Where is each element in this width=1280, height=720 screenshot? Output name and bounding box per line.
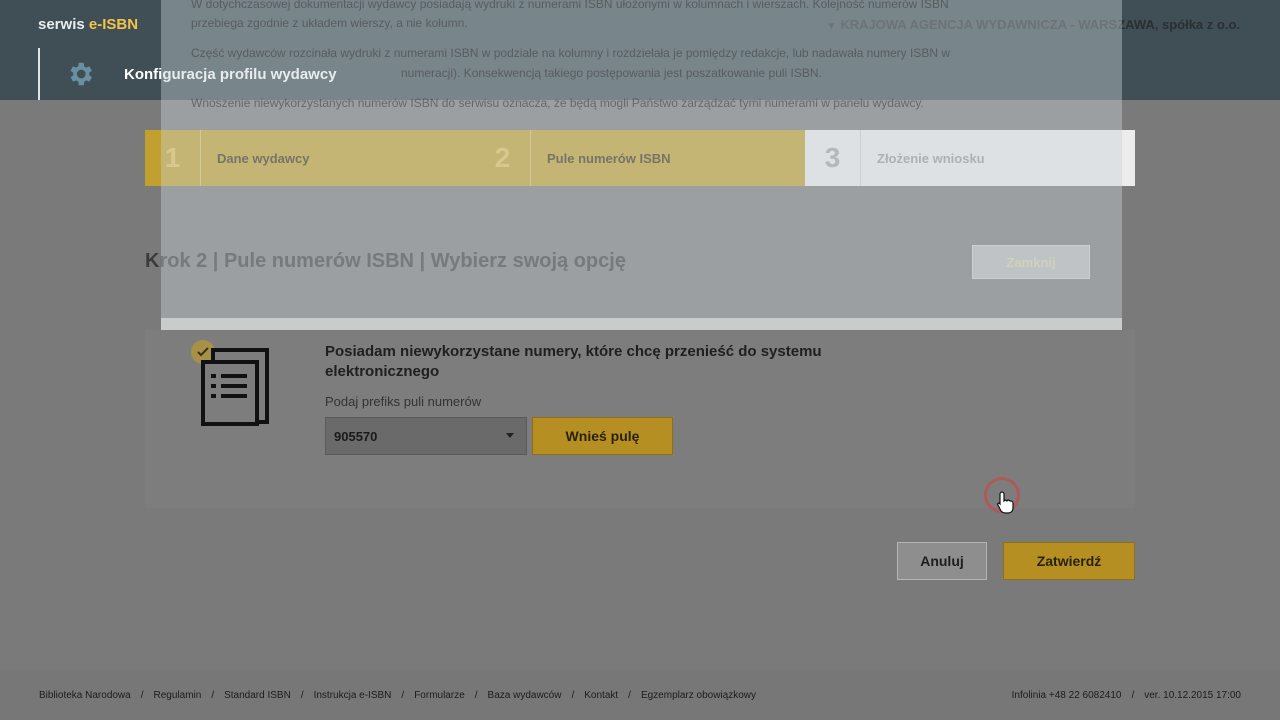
dropdown-arrow-icon — [506, 433, 514, 438]
prefix-label: Podaj prefiks puli numerów — [325, 394, 482, 409]
footer-separator: / — [211, 689, 215, 701]
footer-separator: / — [300, 689, 304, 701]
dialog-text: Wnoszenie niewykorzystanych numerów ISBN… — [191, 96, 924, 110]
dialog-text: przebiega zgodnie z układem wierszy, a n… — [191, 16, 468, 30]
footer-link[interactable]: Formularze — [414, 690, 465, 701]
footer-separator: / — [571, 689, 575, 701]
footer-links: Biblioteka Narodowa / Regulamin / Standard… — [39, 690, 756, 701]
add-pool-button[interactable]: Wnieś pulę — [532, 417, 673, 455]
hand-cursor-icon — [996, 491, 1014, 514]
footer-link[interactable]: Instrukcja e-ISBN — [314, 690, 392, 701]
hotline: Infolinia +48 22 6082410 — [1011, 689, 1122, 701]
gear-icon — [70, 62, 92, 86]
footer-info: Infolinia +48 22 6082410 / ver. 10.12.201… — [1012, 690, 1241, 701]
dialog-text: W dotychczasowej dokumentacji wydawcy po… — [191, 0, 949, 11]
prefix-select[interactable]: 905570 — [325, 417, 527, 455]
cancel-button[interactable]: Anuluj — [897, 542, 987, 580]
prefix-value: 905570 — [334, 428, 378, 444]
footer-link[interactable]: Kontakt — [584, 690, 618, 701]
footer-separator: / — [474, 689, 478, 701]
brand-logo[interactable]: serwis e-ISBN — [38, 16, 138, 33]
submit-button[interactable]: Zatwierdź — [1003, 542, 1135, 580]
footer-link[interactable]: Baza wydawców — [488, 690, 562, 701]
footer: Biblioteka Narodowa / Regulamin / Standard… — [0, 670, 1280, 720]
dialog-text: Część wydawców rozcinała wydruki z numer… — [191, 46, 950, 60]
footer-link[interactable]: Regulamin — [154, 690, 202, 701]
footer-separator: / — [140, 689, 144, 701]
settings-section — [38, 48, 120, 100]
footer-separator: / — [401, 689, 405, 701]
version: ver. 10.12.2015 17:00 — [1144, 689, 1241, 701]
footer-link[interactable]: Biblioteka Narodowa — [39, 690, 131, 701]
footer-link[interactable]: Egzemplarz obowiązkowy — [641, 690, 756, 701]
brand-prefix: serwis — [38, 16, 89, 33]
option-title: Posiadam niewykorzystane numery, które c… — [325, 343, 822, 380]
footer-separator: / — [628, 689, 631, 701]
footer-link[interactable]: Standard ISBN — [224, 690, 291, 701]
brand-highlight: e-ISBN — [88, 16, 139, 33]
dialog-text: numeracji). Konsekwencją takiego postępo… — [401, 66, 822, 80]
footer-separator: / — [1131, 689, 1135, 701]
documents-icon — [201, 348, 269, 426]
info-dialog-overlay: W dotychczasowej dokumentacji wydawcy po… — [161, 0, 1122, 330]
